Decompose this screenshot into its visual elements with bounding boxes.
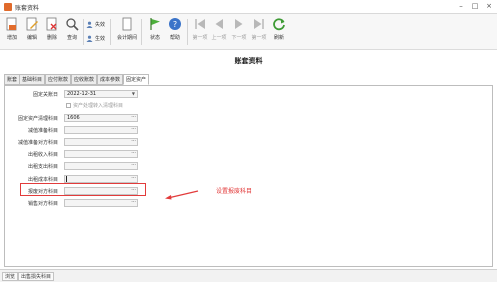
rental-cost-field[interactable]: ··· <box>64 175 138 183</box>
tab-fixed-assets[interactable]: 固定资产 <box>123 74 150 85</box>
ellipsis-icon[interactable]: ··· <box>131 114 136 120</box>
last-icon <box>254 19 264 29</box>
ellipsis-icon[interactable]: ··· <box>131 162 136 168</box>
flag-icon <box>150 18 160 30</box>
ellipsis-icon[interactable]: ··· <box>131 175 136 181</box>
asset-account-label: 固定资产清理科目 <box>17 116 58 122</box>
chevron-down-icon: ▼ <box>131 91 135 96</box>
next-record-button[interactable]: 下一项 <box>230 17 248 47</box>
edit-button[interactable]: 编辑 <box>23 17 41 47</box>
rental-expense-field[interactable]: ··· <box>64 162 138 170</box>
pencil-icon <box>26 17 38 31</box>
text-cursor <box>66 176 67 182</box>
next-icon <box>235 19 243 29</box>
impairment-offset-field[interactable]: ··· <box>64 138 138 146</box>
sale-offset-label: 销售对方科目 <box>27 201 58 207</box>
user-off-icon <box>86 21 93 28</box>
checkbox-icon <box>66 103 71 108</box>
ellipsis-icon[interactable]: ··· <box>131 126 136 132</box>
close-date-label: 固定关账日 <box>32 92 58 98</box>
help-button[interactable]: ? 帮助 <box>166 17 184 47</box>
new-document-icon <box>6 17 17 31</box>
status-button[interactable]: 状态 <box>146 17 164 47</box>
toolbar: 增加 编辑 删除 查询 失效 生效 会计期间 状态 ? 帮助 第一项 上一项 下… <box>0 14 497 50</box>
query-button[interactable]: 查询 <box>63 17 81 47</box>
ellipsis-icon[interactable]: ··· <box>131 199 136 205</box>
first-icon <box>195 19 205 29</box>
tab-payables[interactable]: 应付账款 <box>45 74 72 85</box>
status-bar: 浏览 出售损失科目 <box>0 269 497 282</box>
annotation-text: 设置报废科目 <box>216 188 253 195</box>
highlight-box <box>20 183 146 196</box>
search-icon <box>66 18 79 31</box>
tab-receivables[interactable]: 应收账款 <box>71 74 98 85</box>
add-button[interactable]: 增加 <box>3 17 21 47</box>
close-icon[interactable]: × <box>482 1 496 12</box>
impairment-field[interactable]: ··· <box>64 126 138 134</box>
title-bar: 账套资料 – □ × <box>0 0 497 14</box>
tab-cost-params[interactable]: 成本参数 <box>97 74 124 85</box>
rental-income-field[interactable]: ··· <box>64 150 138 158</box>
document-icon <box>122 17 132 31</box>
app-icon <box>4 3 12 11</box>
tab-account[interactable]: 账套 <box>4 74 21 85</box>
refresh-icon <box>273 18 285 31</box>
asset-account-field[interactable]: 1606 ··· <box>64 114 138 122</box>
prev-record-button[interactable]: 上一项 <box>210 17 228 47</box>
close-date-select[interactable]: 2022-12-31 ▼ <box>64 90 138 98</box>
last-record-button[interactable]: 第一项 <box>250 17 268 47</box>
ellipsis-icon[interactable]: ··· <box>131 150 136 156</box>
sale-offset-field[interactable]: ··· <box>64 199 138 207</box>
minimize-icon[interactable]: – <box>454 1 468 12</box>
tab-basic-subjects[interactable]: 基础科目 <box>19 74 46 85</box>
help-icon: ? <box>169 18 181 30</box>
refresh-button[interactable]: 刷新 <box>270 17 288 47</box>
delete-document-icon <box>46 17 57 31</box>
deactivate-button[interactable]: 失效 <box>86 21 105 31</box>
activate-button[interactable]: 生效 <box>86 35 105 45</box>
asset-clearing-checkbox[interactable]: 资产处理转入清理科目 <box>66 102 123 109</box>
window-title: 账套资料 <box>15 5 40 12</box>
rental-income-label: 出租收入科目 <box>27 152 58 158</box>
prev-icon <box>215 19 223 29</box>
user-on-icon <box>86 35 93 42</box>
rental-expense-label: 出租支出科目 <box>27 164 58 170</box>
first-record-button[interactable]: 第一项 <box>191 17 209 47</box>
impairment-label: 减值准备科目 <box>27 128 58 134</box>
browse-tab[interactable]: 浏览 <box>2 272 19 281</box>
arrow-icon <box>165 190 199 200</box>
maximize-icon[interactable]: □ <box>468 1 482 12</box>
delete-button[interactable]: 删除 <box>43 17 61 47</box>
accounting-period-button[interactable]: 会计期间 <box>117 17 137 47</box>
svg-text:?: ? <box>173 20 177 29</box>
page-title: 账套资料 <box>234 58 263 65</box>
ellipsis-icon[interactable]: ··· <box>131 138 136 144</box>
impairment-offset-label: 减值准备对方科目 <box>17 140 58 146</box>
rental-cost-label: 出租成本科目 <box>27 177 58 183</box>
loss-subject-tab[interactable]: 出售损失科目 <box>18 272 55 281</box>
